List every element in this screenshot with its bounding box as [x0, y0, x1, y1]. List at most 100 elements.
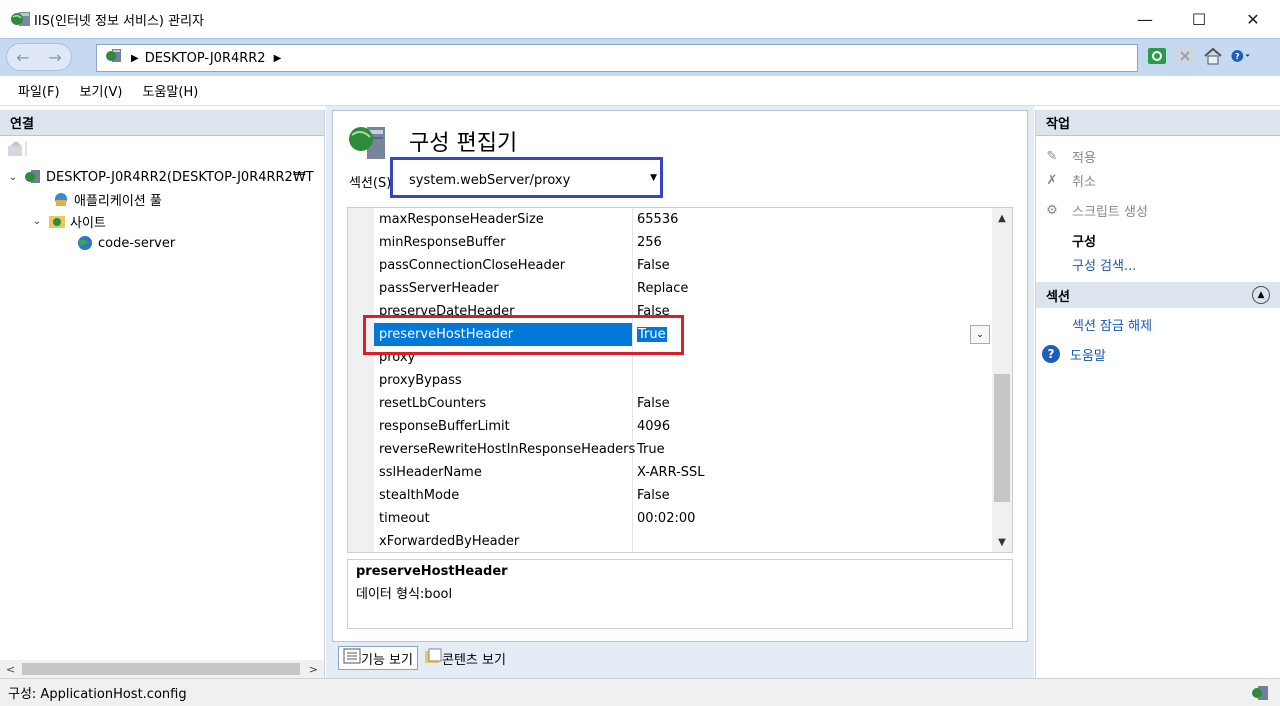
property-row[interactable]: proxyBypass [374, 369, 992, 392]
section-label: 섹션(S): [349, 175, 396, 191]
menu-help[interactable]: 도움말(H) [143, 81, 199, 100]
back-button[interactable]: ← [16, 48, 29, 67]
tab-content-view[interactable]: 콘텐츠 보기 [420, 646, 510, 670]
server-icon [105, 48, 123, 68]
help-dropdown-icon[interactable]: ? [1230, 45, 1252, 67]
tree-node-code-server[interactable]: code-server [0, 232, 324, 254]
property-name-text: resetLbCounters [379, 396, 487, 411]
property-value[interactable]: 00:02:00 [633, 507, 992, 530]
property-row[interactable]: reverseRewriteHostInResponseHeaders True [374, 438, 992, 461]
property-name-text: preserveDateHeader [379, 304, 515, 319]
scroll-thumb[interactable] [22, 663, 300, 675]
tree-node-server[interactable]: ⌄ DESKTOP-J0R4RR2(DESKTOP-J0R4RR2₩T [0, 166, 324, 188]
collapse-icon[interactable]: ▲ [1252, 286, 1270, 304]
property-value[interactable]: Replace [633, 277, 992, 300]
section-value: system.webServer/proxy [409, 172, 571, 188]
property-row[interactable]: passServerHeader Replace [374, 277, 992, 300]
property-name: preserveHostHeader [374, 323, 633, 346]
property-value[interactable]: False [633, 254, 992, 277]
property-value[interactable]: 4096 [633, 415, 992, 438]
property-row[interactable]: maxResponseHeaderSize 65536 [374, 208, 992, 231]
connections-hscrollbar[interactable]: < > [0, 660, 324, 678]
menu-file[interactable]: 파일(F) [18, 81, 60, 100]
scroll-left-icon[interactable]: < [6, 663, 15, 676]
scroll-down-icon[interactable]: ▼ [992, 532, 1012, 552]
property-name: passConnectionCloseHeader [374, 254, 633, 277]
property-value[interactable]: False [633, 484, 992, 507]
property-value[interactable]: True [633, 438, 992, 461]
tree-node-app-pools[interactable]: 애플리케이션 풀 [0, 188, 324, 210]
property-name: passServerHeader [374, 277, 633, 300]
property-value[interactable]: 65536 [633, 208, 992, 231]
property-value-text: False [637, 304, 670, 319]
action-help[interactable]: ? 도움말 [1036, 342, 1280, 366]
app-pool-icon [52, 191, 70, 207]
property-name-text: passConnectionCloseHeader [379, 258, 566, 273]
property-row[interactable]: xForwardedByHeader [374, 530, 992, 552]
maximize-button[interactable]: ☐ [1172, 0, 1226, 38]
stop-icon[interactable] [1174, 45, 1196, 67]
property-value[interactable]: True [633, 323, 992, 346]
property-row[interactable]: timeout 00:02:00 [374, 507, 992, 530]
property-value[interactable]: False [633, 300, 992, 323]
grid-vscrollbar[interactable]: ▲ ▼ [992, 208, 1012, 552]
tab-label: 콘텐츠 보기 [441, 652, 506, 668]
address-field[interactable]: ▶ DESKTOP-J0R4RR2 ▶ [96, 44, 1138, 72]
tab-features-view[interactable]: 기능 보기 [338, 646, 418, 670]
action-label: 스크립트 생성 [1072, 204, 1148, 220]
menu-view[interactable]: 보기(V) [80, 81, 123, 100]
tree-node-sites[interactable]: ⌄ 사이트 [0, 210, 324, 232]
property-row[interactable]: proxy [374, 346, 992, 369]
refresh-icon[interactable] [1146, 45, 1168, 67]
property-value[interactable]: X-ARR-SSL [633, 461, 992, 484]
config-editor-icon [347, 123, 391, 163]
scroll-up-icon[interactable]: ▲ [992, 208, 1012, 228]
action-generate-script[interactable]: ⚙ 스크립트 생성 [1036, 198, 1280, 222]
property-row[interactable]: minResponseBuffer 256 [374, 231, 992, 254]
minimize-button[interactable]: — [1118, 0, 1172, 38]
property-value[interactable]: 256 [633, 231, 992, 254]
action-apply[interactable]: ✎ 적용 [1036, 144, 1280, 168]
close-button[interactable]: ✕ [1226, 0, 1280, 38]
breadcrumb-arrow-icon[interactable]: ▶ [131, 53, 139, 64]
connections-header: 연결 [0, 110, 324, 136]
property-name: xForwardedByHeader [374, 530, 633, 552]
property-value[interactable]: False [633, 392, 992, 415]
dropdown-arrow-icon[interactable]: ▼ [650, 173, 657, 183]
connect-icon[interactable] [6, 140, 28, 162]
property-value[interactable] [633, 346, 992, 369]
expander-icon[interactable]: ⌄ [30, 216, 44, 227]
actions-pane: 작업 ✎ 적용 ✗ 취소 ⚙ 스크립트 생성 구성 구성 검색... 섹션 ▲ … [1035, 110, 1280, 678]
action-cancel[interactable]: ✗ 취소 [1036, 168, 1280, 192]
value-dropdown-icon[interactable]: ⌄ [970, 325, 990, 344]
section-dropdown[interactable]: system.webServer/proxy ▼ [391, 167, 665, 193]
action-label: 도움말 [1070, 348, 1106, 364]
property-row[interactable]: resetLbCounters False [374, 392, 992, 415]
scroll-thumb[interactable] [994, 374, 1010, 502]
home-icon[interactable] [1202, 45, 1224, 67]
property-row[interactable]: preserveHostHeader True ⌄ [374, 323, 992, 346]
action-search-config[interactable]: 구성 검색... [1036, 252, 1280, 276]
property-name: maxResponseHeaderSize [374, 208, 633, 231]
scroll-right-icon[interactable]: > [309, 663, 318, 676]
property-name-text: proxy [379, 350, 416, 365]
property-row[interactable]: responseBufferLimit 4096 [374, 415, 992, 438]
property-name: proxy [374, 346, 633, 369]
property-row[interactable]: passConnectionCloseHeader False [374, 254, 992, 277]
property-name-text: xForwardedByHeader [379, 534, 520, 549]
property-row[interactable]: stealthMode False [374, 484, 992, 507]
property-row[interactable]: sslHeaderName X-ARR-SSL [374, 461, 992, 484]
config-group-heading: 구성 [1072, 234, 1096, 250]
breadcrumb-server[interactable]: DESKTOP-J0R4RR2 [145, 51, 266, 66]
property-value[interactable] [633, 369, 992, 392]
breadcrumb-arrow-icon[interactable]: ▶ [274, 53, 282, 64]
forward-button[interactable]: → [48, 48, 61, 67]
expander-icon[interactable]: ⌄ [6, 172, 20, 183]
property-row[interactable]: preserveDateHeader False [374, 300, 992, 323]
property-value[interactable] [633, 530, 992, 552]
nav-buttons: ← → [6, 43, 72, 71]
action-unlock-section[interactable]: 섹션 잠금 해제 [1036, 312, 1280, 336]
sites-folder-icon [48, 213, 66, 229]
content-view-icon [424, 648, 442, 668]
property-value-text: X-ARR-SSL [637, 465, 705, 480]
